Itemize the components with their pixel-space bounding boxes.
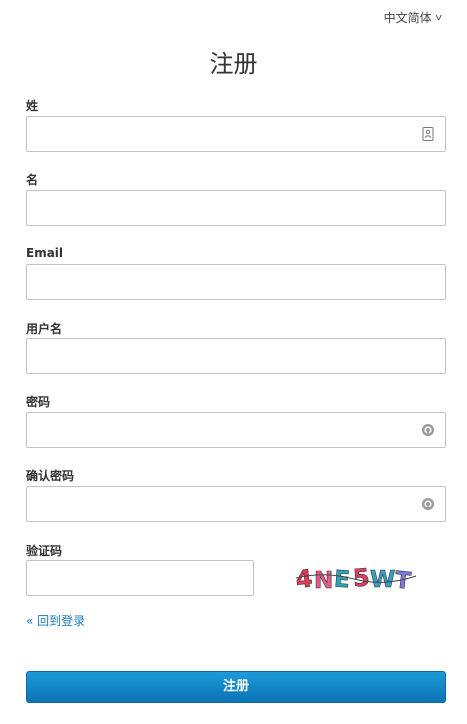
captcha-image[interactable]: 4 N E 5 W T (294, 563, 418, 593)
confirm-password-field[interactable] (26, 486, 446, 522)
confirm-password-input[interactable] (27, 487, 445, 521)
captcha-label: 验证码 (26, 544, 63, 558)
last-name-label: 姓 (26, 99, 39, 113)
captcha-field[interactable] (26, 560, 254, 596)
register-button[interactable]: 注册 (26, 671, 446, 703)
page-title: 注册 (209, 50, 258, 78)
contact-card-icon[interactable] (421, 127, 435, 141)
language-label: 中文简体 (383, 11, 432, 25)
username-field[interactable] (26, 338, 446, 374)
language-selector[interactable]: 中文简体 v (383, 9, 442, 26)
first-name-label: 名 (26, 173, 39, 187)
first-name-input[interactable] (27, 191, 445, 225)
password-input[interactable] (27, 413, 445, 447)
chevron-down-icon: v (434, 12, 442, 23)
svg-text:5: 5 (352, 563, 371, 592)
svg-text:E: E (333, 566, 350, 593)
first-name-field[interactable] (26, 190, 446, 226)
password-field[interactable] (26, 412, 446, 448)
password-label: 密码 (26, 395, 51, 409)
confirm-password-label: 确认密码 (26, 469, 75, 483)
email-field[interactable] (26, 264, 446, 300)
last-name-input[interactable] (27, 117, 445, 151)
username-label: 用户名 (26, 322, 63, 336)
password-manager-icon[interactable] (421, 497, 435, 511)
email-label: Email (26, 246, 64, 260)
captcha-input[interactable] (27, 561, 253, 595)
back-to-login-link[interactable]: « 回到登录 (26, 612, 85, 629)
svg-text:W: W (370, 567, 395, 593)
username-input[interactable] (27, 339, 445, 373)
email-input[interactable] (27, 265, 445, 299)
svg-text:N: N (314, 568, 333, 593)
last-name-field[interactable] (26, 116, 446, 152)
svg-text:4: 4 (294, 564, 314, 593)
password-manager-icon[interactable] (421, 423, 435, 437)
